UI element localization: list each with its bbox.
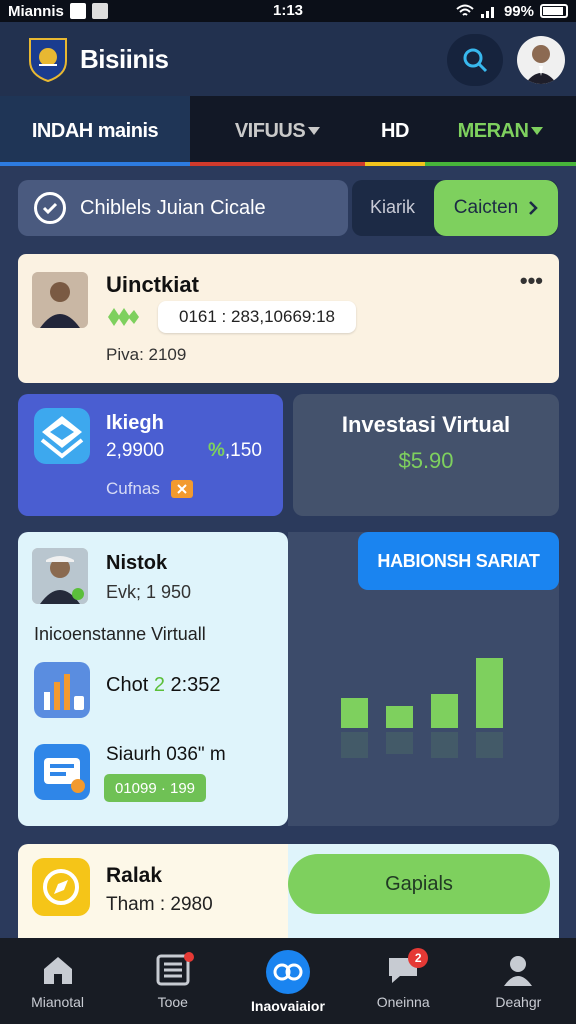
crest-logo-icon [29, 38, 67, 83]
ralak-title: Ralak [106, 864, 163, 887]
chart-bar-reflection [386, 732, 413, 754]
ticket-icon [34, 744, 90, 800]
notification-icon [69, 3, 86, 19]
chevron-right-icon [529, 201, 538, 215]
chart-bar [386, 706, 413, 728]
chevron-down-icon [531, 127, 544, 135]
app-title: Bisiinis [80, 43, 169, 74]
profile-photo [32, 272, 88, 328]
status-bar: Miannis 1:13 99% [0, 0, 576, 22]
ikiegh-value: 2,9900 [106, 440, 165, 461]
nistok-name: Nistok [106, 552, 168, 574]
tab-indah[interactable]: INDAH mainis [0, 96, 190, 166]
check-circle-icon [34, 192, 66, 224]
search-icon [463, 48, 488, 73]
home-icon [41, 954, 75, 986]
chart-bar [431, 694, 458, 728]
chot-row: Chot 2 2:352 [106, 674, 221, 696]
nav-item-list[interactable]: Tooe [115, 938, 230, 1024]
compass-icon [32, 858, 90, 916]
ikiegh-card[interactable]: Ikiegh 2,9900 %,150 Cufnas [18, 394, 283, 516]
profile-card[interactable]: Uinctkiat ••• 0161 : 283,10669:18 Piva: … [18, 254, 559, 383]
tab-hd[interactable]: HD [365, 96, 425, 166]
more-options-icon[interactable]: ••• [520, 268, 543, 294]
ralak-sub: Tham : 2980 [106, 894, 213, 915]
carrier-label: Miannis [8, 2, 64, 20]
leaf-icon [108, 308, 139, 326]
nistok-card[interactable]: Nistok Evk; 1 950 Inicoenstanne Virtuall… [18, 532, 288, 826]
chart-bar [341, 698, 368, 728]
app-header: Bisiinis [0, 22, 576, 96]
nav-item-active[interactable]: Inaovaiaior [230, 938, 345, 1024]
tab-meran[interactable]: MERAN [425, 96, 576, 166]
chart-bar-reflection [341, 732, 368, 758]
ikiegh-sub: Cufnas [106, 479, 160, 498]
tab-vifuus[interactable]: VIFUUS [190, 96, 365, 166]
filter-label: Chiblels Juian Cicale [80, 196, 266, 219]
chat-icon: 2 [386, 948, 429, 986]
siaurh-value-pill: 01099 · 199 [104, 774, 206, 802]
bottom-nav: Mianotal Tooe Inaovaiaior 2 Oneinna Deah… [0, 938, 576, 1024]
layers-icon [34, 408, 90, 464]
nav-item-profile[interactable]: Deahgr [461, 938, 576, 1024]
battery-percent: 99% [503, 2, 534, 20]
handshake-icon [265, 950, 310, 994]
close-badge-icon [171, 480, 193, 498]
ikiegh-change: %,150 [208, 440, 262, 461]
profile-sub: Piva: 2109 [106, 345, 187, 364]
secondary-filter[interactable]: Kiarik Caicten [352, 180, 558, 236]
caicten-button[interactable]: Caicten [434, 180, 558, 236]
investasi-value: $5.90 [398, 448, 454, 473]
wifi-icon [456, 4, 474, 16]
gapials-button[interactable]: Gapials [288, 854, 550, 914]
chevron-down-icon [308, 127, 321, 135]
list-icon [156, 952, 194, 986]
nistok-sub: Evk; 1 950 [106, 582, 192, 602]
person-icon [501, 954, 535, 986]
nav-item-chat[interactable]: 2 Oneinna [346, 938, 461, 1024]
bar-chart-icon [34, 662, 90, 718]
profile-avatar[interactable] [517, 36, 565, 84]
investasi-card[interactable]: Investasi Virtual $5.90 [293, 394, 559, 516]
habionsh-button[interactable]: HABIONSH SARIAT [358, 532, 559, 590]
signal-icon [480, 7, 494, 18]
nistok-photo [32, 548, 88, 604]
chart-bar [476, 658, 503, 728]
siaurh-row: Siaurh 036" m [106, 744, 226, 765]
section-heading: Inicoenstanne Virtuall [34, 624, 206, 644]
app-notification-icon [91, 3, 108, 19]
investasi-title: Investasi Virtual [341, 412, 511, 437]
battery-icon [540, 4, 568, 18]
filter-chip[interactable]: Chiblels Juian Cicale [18, 180, 348, 236]
search-button[interactable] [447, 34, 503, 86]
chart-bar-reflection [431, 732, 458, 758]
tab-bar: INDAH mainis VIFUUS HD MERAN [0, 96, 576, 166]
account-code: 0161 : 283,10669:18 [158, 301, 356, 333]
nav-item-home[interactable]: Mianotal [0, 938, 115, 1024]
secondary-filter-label: Kiarik [370, 197, 416, 217]
profile-name: Uinctkiat [106, 272, 199, 297]
chart-bar-reflection [476, 732, 503, 758]
ikiegh-title: Ikiegh [106, 412, 164, 434]
